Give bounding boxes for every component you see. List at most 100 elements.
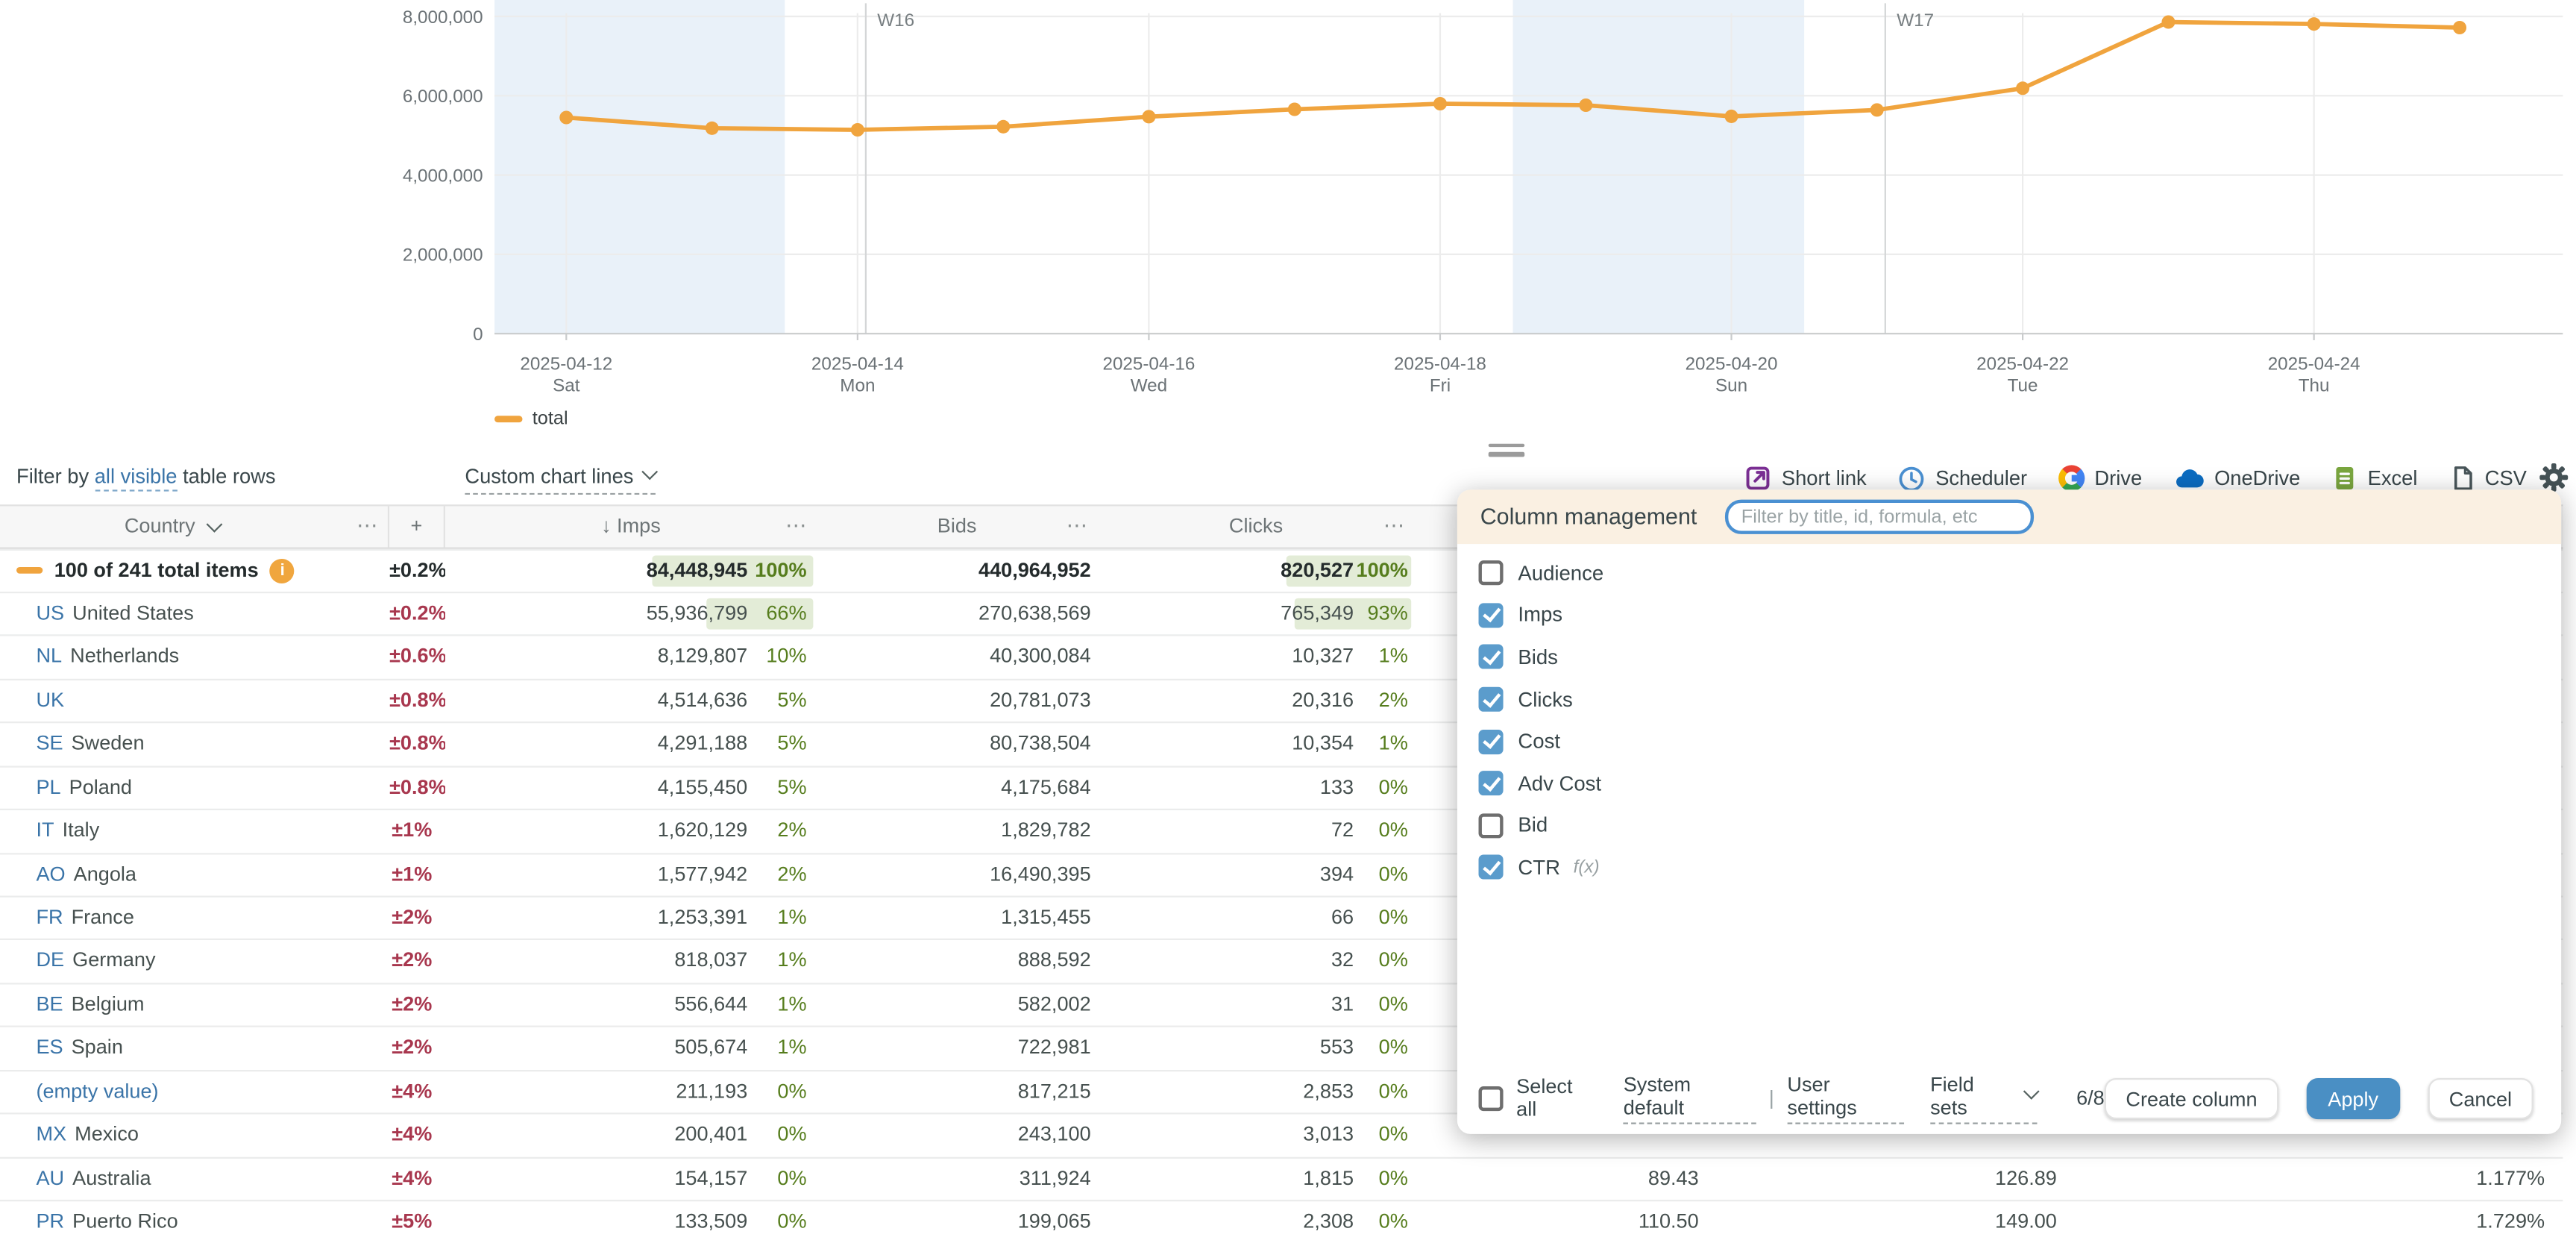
- ctr-cell: 1.729%: [2073, 1201, 2563, 1243]
- country-code-link[interactable]: MX: [36, 1123, 66, 1146]
- country-column-menu-icon[interactable]: ⋯: [356, 506, 380, 546]
- country-code-link[interactable]: NL: [36, 645, 62, 668]
- select-all-checkbox[interactable]: [1479, 1086, 1504, 1110]
- country-code-link[interactable]: SE: [36, 732, 63, 755]
- data-point: [1724, 110, 1738, 123]
- csv-file-icon: [2448, 465, 2475, 491]
- filter-suffix: table rows: [183, 465, 275, 488]
- checked-checkbox[interactable]: [1479, 771, 1504, 796]
- column-toggle-imps[interactable]: Imps: [1457, 595, 2561, 636]
- clicks-pct-cell: 0%: [1355, 941, 1414, 983]
- svg-text:W16: W16: [877, 10, 914, 31]
- country-code-link[interactable]: AO: [36, 862, 65, 886]
- apply-button[interactable]: Apply: [2307, 1077, 2400, 1118]
- country-code-link[interactable]: PL: [36, 775, 60, 798]
- country-code-link[interactable]: ES: [36, 1036, 63, 1059]
- column-header-country[interactable]: Country ⋯: [0, 506, 389, 546]
- export-short-link-button[interactable]: Short link: [1745, 465, 1866, 491]
- checked-checkbox[interactable]: [1479, 855, 1504, 880]
- column-header-bids[interactable]: Bids ⋯: [817, 506, 1098, 546]
- column-toggle-clicks[interactable]: Clicks: [1457, 678, 2561, 720]
- clicks-column-menu-icon[interactable]: ⋯: [1383, 506, 1407, 546]
- column-toggle-ctr[interactable]: CTRf(x): [1457, 847, 2561, 889]
- data-point: [1142, 110, 1155, 123]
- checked-checkbox[interactable]: [1479, 645, 1504, 670]
- export-onedrive-button[interactable]: OneDrive: [2173, 465, 2300, 491]
- svg-text:2025-04-18: 2025-04-18: [1394, 354, 1486, 375]
- add-column-button[interactable]: +: [389, 506, 445, 546]
- country-code-link[interactable]: BE: [36, 992, 63, 1015]
- imps-column-menu-icon[interactable]: ⋯: [785, 506, 808, 546]
- export-drive-button[interactable]: Drive: [2058, 465, 2142, 491]
- country-code-link[interactable]: DE: [36, 949, 64, 972]
- column-toggle-bids[interactable]: Bids: [1457, 636, 2561, 678]
- column-toggle-bid[interactable]: Bid: [1457, 804, 2561, 846]
- change-cell: ±4%: [389, 1071, 445, 1113]
- field-sets-dropdown[interactable]: Field sets: [1930, 1072, 2037, 1123]
- change-cell: ±0.8%: [389, 680, 445, 722]
- change-cell: ±4%: [389, 1115, 445, 1156]
- column-toggle-cost[interactable]: Cost: [1457, 721, 2561, 763]
- cancel-button[interactable]: Cancel: [2428, 1077, 2533, 1118]
- country-name: Puerto Rico: [72, 1209, 178, 1233]
- custom-chart-lines-dropdown[interactable]: Custom chart lines: [465, 465, 655, 495]
- clicks-cell: 72: [1097, 810, 1355, 852]
- column-toggle-adv-cost[interactable]: Adv Cost: [1457, 763, 2561, 804]
- country-link[interactable]: (empty value): [36, 1080, 158, 1103]
- checked-checkbox[interactable]: [1479, 687, 1504, 712]
- bids-cell: 199,065: [817, 1201, 1098, 1243]
- total-series-color-chip: [16, 567, 43, 574]
- chevron-down-icon: [207, 516, 223, 533]
- weekend-band: [494, 0, 785, 334]
- user-settings-link[interactable]: User settings: [1787, 1072, 1903, 1123]
- onedrive-icon: [2173, 465, 2205, 491]
- checked-checkbox[interactable]: [1479, 729, 1504, 754]
- change-cell: ±0.2%: [389, 593, 445, 635]
- data-point: [1579, 98, 1592, 112]
- country-cell: MXMexico: [0, 1115, 389, 1156]
- svg-text:4,000,000: 4,000,000: [403, 166, 483, 186]
- svg-text:2025-04-12: 2025-04-12: [520, 354, 612, 375]
- column-toggle-label: Cost: [1518, 730, 1560, 753]
- chart-resize-handle[interactable]: [1489, 444, 1528, 460]
- export-scheduler-button[interactable]: Scheduler: [1898, 464, 2028, 492]
- imps-cell: 1,253,391: [445, 898, 750, 939]
- export-excel-button[interactable]: Excel: [2331, 465, 2417, 491]
- clicks-cell: 32: [1097, 941, 1355, 983]
- info-icon[interactable]: i: [270, 558, 295, 583]
- create-column-button[interactable]: Create column: [2105, 1077, 2278, 1118]
- country-code-link[interactable]: UK: [36, 689, 64, 712]
- chevron-down-icon: [2023, 1083, 2040, 1099]
- imps-cell: 818,037: [445, 941, 750, 983]
- svg-text:6,000,000: 6,000,000: [403, 87, 483, 107]
- bids-column-menu-icon[interactable]: ⋯: [1066, 506, 1090, 546]
- system-default-link[interactable]: System default: [1624, 1072, 1756, 1123]
- country-code-link[interactable]: US: [36, 601, 64, 624]
- clicks-cell: 553: [1097, 1027, 1355, 1069]
- column-header-clicks[interactable]: Clicks ⋯: [1097, 506, 1414, 546]
- imps-cell: 1,577,942: [445, 854, 750, 895]
- clicks-cell: 394: [1097, 854, 1355, 895]
- clicks-pct-cell: 0%: [1355, 984, 1414, 1026]
- country-code-link[interactable]: FR: [36, 906, 63, 929]
- select-all-control[interactable]: Select all: [1479, 1075, 1598, 1121]
- country-cell: ITItaly: [0, 810, 389, 852]
- country-code-link[interactable]: IT: [36, 818, 54, 842]
- select-all-label: Select all: [1516, 1075, 1597, 1121]
- column-filter-input[interactable]: [1725, 500, 2034, 534]
- all-visible-link[interactable]: all visible: [95, 465, 178, 491]
- column-header-imps[interactable]: ↓ Imps ⋯: [445, 506, 817, 546]
- unchecked-checkbox[interactable]: [1479, 561, 1504, 586]
- unchecked-checkbox[interactable]: [1479, 813, 1504, 838]
- legend-total-label: total: [533, 409, 568, 428]
- clicks-cell: 765,349: [1097, 593, 1355, 635]
- checked-checkbox[interactable]: [1479, 603, 1504, 627]
- export-csv-button[interactable]: CSV: [2448, 465, 2527, 491]
- country-cell: AUAustralia: [0, 1158, 389, 1200]
- country-code-link[interactable]: AU: [36, 1166, 64, 1189]
- change-cell: ±1%: [389, 810, 445, 852]
- country-code-link[interactable]: PR: [36, 1209, 64, 1233]
- column-toggle-audience[interactable]: Audience: [1457, 552, 2561, 594]
- clicks-pct-cell: 1%: [1355, 724, 1414, 765]
- popup-footer: Select all System default | User setting…: [1457, 1071, 2561, 1124]
